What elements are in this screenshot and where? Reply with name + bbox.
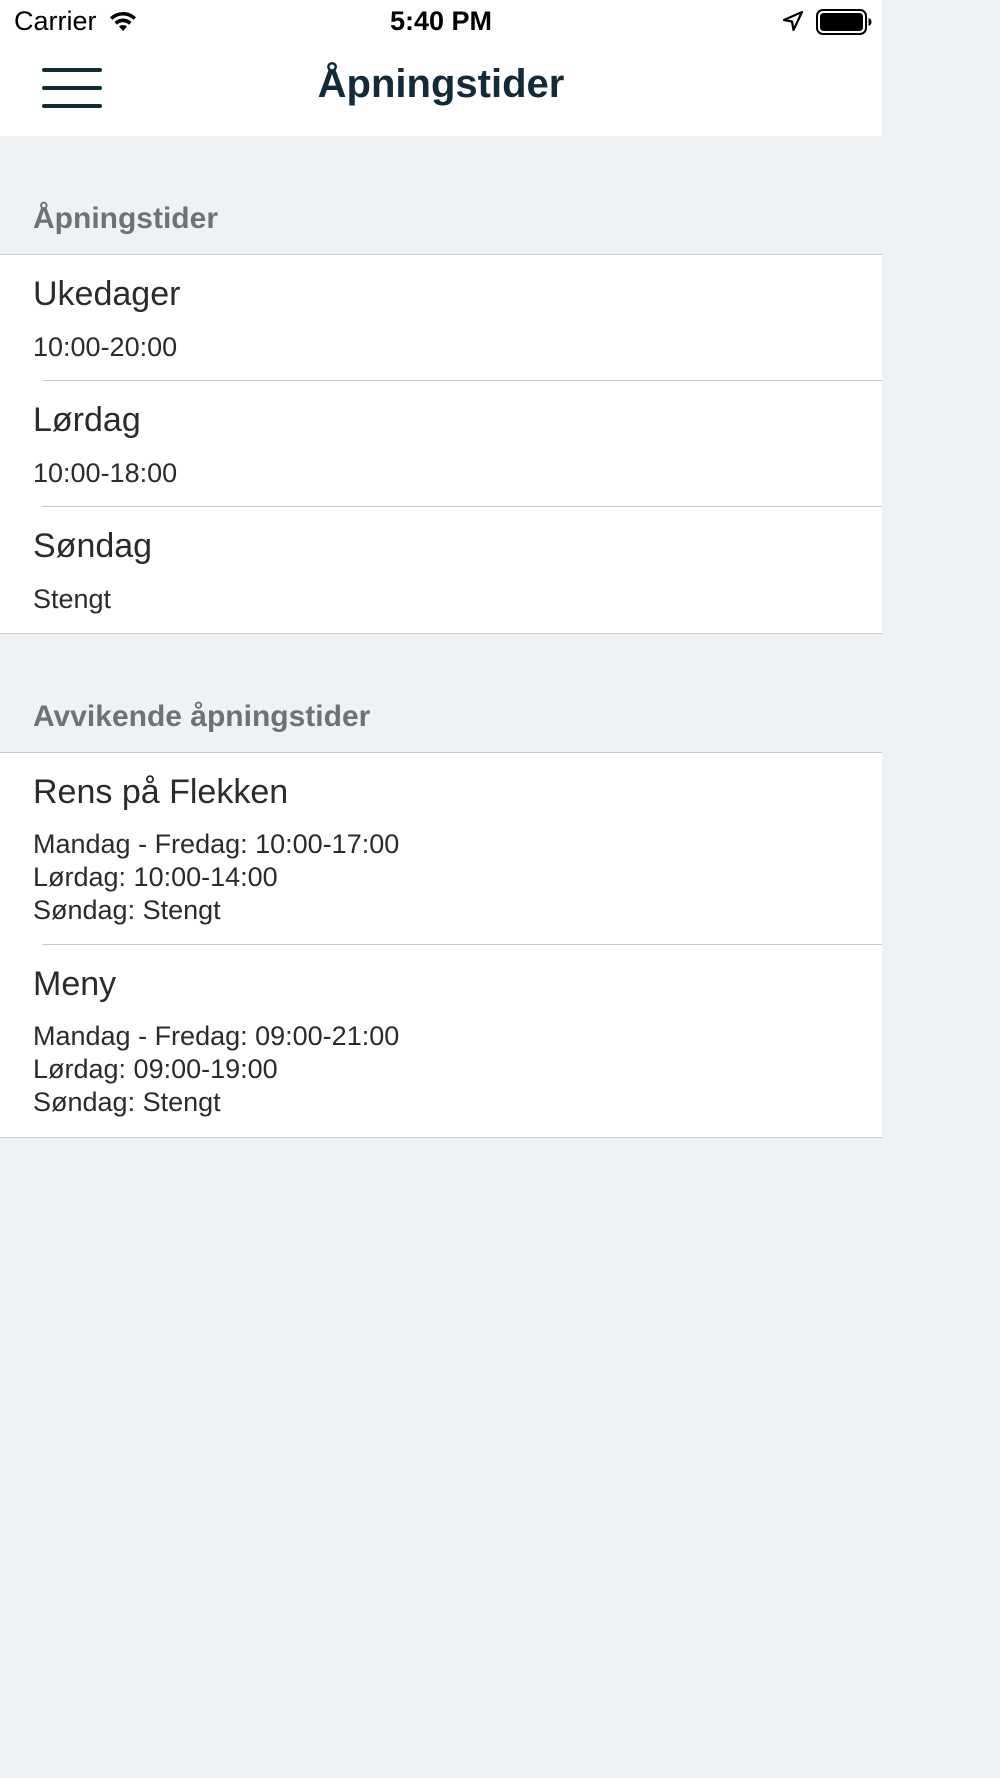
list-item-detail: 10:00-20:00 xyxy=(33,332,178,362)
section-header-label: Åpningstider xyxy=(33,202,218,235)
list-item-rens-pa-flekken[interactable]: Rens på Flekken Mandag - Fredag: 10:00-1… xyxy=(0,753,882,945)
status-time: 5:40 PM xyxy=(389,6,493,36)
list-item-detail: Mandag - Fredag: 09:00-21:00 Lørdag: 09:… xyxy=(33,1021,400,1117)
page-title: Åpningstider xyxy=(317,62,565,106)
location-icon xyxy=(782,10,804,32)
list-item-meny[interactable]: Meny Mandag - Fredag: 09:00-21:00 Lørdag… xyxy=(0,945,882,1137)
list-item-title: Lørdag xyxy=(33,401,141,439)
navigation-bar: Åpningstider xyxy=(0,46,882,136)
list-item-ukedager[interactable]: Ukedager 10:00-20:00 xyxy=(0,255,882,381)
section-header-label: Avvikende åpningstider xyxy=(33,700,371,733)
list-item-title: Meny xyxy=(33,965,117,1003)
list-item-lordag[interactable]: Lørdag 10:00-18:00 xyxy=(0,381,882,507)
list-item-sondag[interactable]: Søndag Stengt xyxy=(0,507,882,633)
battery-icon xyxy=(816,9,872,35)
deviating-hours-list: Rens på Flekken Mandag - Fredag: 10:00-1… xyxy=(0,752,882,1138)
opening-hours-list: Ukedager 10:00-20:00 Lørdag 10:00-18:00 … xyxy=(0,254,882,634)
status-bar: Carrier 5:40 PM xyxy=(0,0,882,46)
list-item-detail: 10:00-18:00 xyxy=(33,458,178,488)
list-item-detail: Mandag - Fredag: 10:00-17:00 Lørdag: 10:… xyxy=(33,829,400,925)
list-item-title: Rens på Flekken xyxy=(33,773,289,811)
section-header-deviating-hours: Avvikende åpningstider xyxy=(0,634,882,752)
section-header-opening-hours: Åpningstider xyxy=(0,136,882,254)
screen: Carrier 5:40 PM Åpningstider Åpningstide… xyxy=(0,0,882,1778)
list-item-title: Søndag xyxy=(33,527,153,565)
list-item-title: Ukedager xyxy=(33,275,181,313)
list-item-detail: Stengt xyxy=(33,584,112,614)
